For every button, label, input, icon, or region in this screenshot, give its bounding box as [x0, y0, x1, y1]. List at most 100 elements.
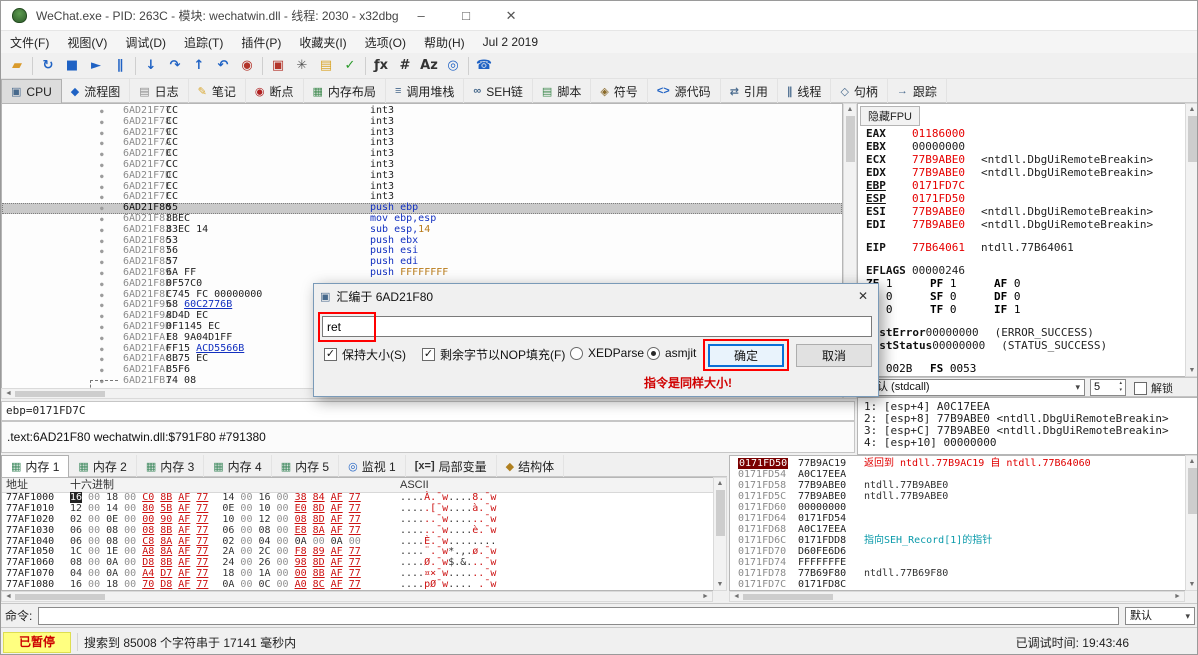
registers-pane[interactable]: 隐藏FPU EAX01186000EBX00000000ECX77B9ABE0<… — [857, 103, 1198, 377]
register-row[interactable]: ESI77B9ABE0<ntdll.DbgUiRemoteBreakin> — [866, 205, 1198, 218]
tab-call-stack[interactable]: ≡调用堆栈 — [386, 79, 464, 103]
step-back-icon[interactable]: ↶ — [211, 55, 235, 77]
fill-nop-checkbox[interactable]: ✓ 剩余字节以NOP填充(F) — [422, 346, 565, 363]
disasm-row[interactable]: ●6AD21F8383EC 14sub esp,14 — [2, 225, 842, 236]
hash-icon[interactable]: # — [393, 55, 417, 77]
restart-icon[interactable]: ↻ — [36, 55, 60, 77]
scrollbar-thumb[interactable] — [15, 594, 105, 600]
dialog-title-bar[interactable]: ▣ 汇编于 6AD21F80 ✕ — [314, 284, 878, 308]
tab-script[interactable]: ▤脚本 — [533, 79, 591, 103]
scrollbar-thumb[interactable] — [743, 594, 833, 600]
register-row[interactable]: ZF 1PF 1AF 0 — [866, 277, 1198, 290]
scroll-left-icon[interactable]: ◄ — [4, 592, 13, 601]
asmjit-radio[interactable]: asmjit — [647, 346, 696, 360]
stack-row[interactable]: 0171FD6C0171FDD8指向SEH_Record[1]的指针 — [730, 535, 1198, 546]
stack-row[interactable]: 0171FD640171FD54 — [730, 513, 1198, 524]
stack-row[interactable]: 0171FD5077B9AC19返回到 ntdll.77B9AC19 自 ntd… — [730, 458, 1198, 469]
register-row[interactable]: EAX01186000 — [866, 127, 1198, 140]
scrollbar-thumb[interactable] — [1188, 116, 1197, 162]
disasm-row[interactable]: ●6AD21F78CCint3 — [2, 117, 842, 128]
register-row[interactable]: LastStatus00000000(STATUS_SUCCESS) — [866, 339, 1198, 352]
bottom-tab-memory4[interactable]: ▦内存 4 — [204, 455, 271, 477]
scrollbar-thumb[interactable] — [716, 490, 725, 536]
stack-row[interactable]: 0171FD6000000000 — [730, 502, 1198, 513]
stack-row[interactable]: 0171FD7877B69F80ntdll.77B69F80 — [730, 568, 1198, 579]
stack-row[interactable]: 0171FD70D60FE6D6 — [730, 546, 1198, 557]
register-row[interactable]: EIP77B64061ntdll.77B64061 — [866, 241, 1198, 254]
xedparse-radio[interactable]: XEDParse — [570, 346, 644, 360]
scroll-down-icon[interactable]: ▼ — [1186, 580, 1198, 589]
tab-cpu[interactable]: ▣CPU — [1, 79, 62, 103]
scroll-left-icon[interactable]: ◄ — [4, 389, 13, 398]
register-row[interactable]: EBX00000000 — [866, 140, 1198, 153]
minimize-button[interactable]: – — [399, 1, 444, 31]
tab-graph[interactable]: ◆流程图 — [62, 79, 130, 103]
step-over-icon[interactable]: ↷ — [163, 55, 187, 77]
hide-fpu-button[interactable]: 隐藏FPU — [860, 106, 920, 126]
scroll-right-icon[interactable]: ► — [701, 592, 710, 601]
bottom-tab-watch[interactable]: ◎监视 1 — [339, 455, 406, 477]
bottom-tab-struct[interactable]: ◆结构体 — [497, 455, 564, 477]
tab-breakpoints[interactable]: ◉断点 — [246, 79, 304, 103]
open-file-icon[interactable]: ▰ — [5, 55, 29, 77]
settings-icon[interactable]: ✳ — [290, 55, 314, 77]
stack-row[interactable]: 0171FD7C0171FD8C — [730, 579, 1198, 590]
bottom-tab-memory5[interactable]: ▦内存 5 — [272, 455, 339, 477]
scrollbar-thumb[interactable] — [15, 391, 105, 397]
menu-item[interactable]: 收藏夹(I) — [290, 32, 355, 53]
assemble-instruction-input[interactable] — [322, 316, 872, 337]
stop-icon[interactable]: ■ — [60, 55, 84, 77]
register-row[interactable]: OF 0SF 0DF 0 — [866, 290, 1198, 303]
command-profile-dropdown[interactable]: 默认 ▾ — [1125, 607, 1195, 625]
phone-icon[interactable]: ☎ — [472, 55, 496, 77]
bottom-tab-memory1[interactable]: ▦内存 1 — [1, 455, 69, 477]
bottom-tab-memory3[interactable]: ▦内存 3 — [137, 455, 204, 477]
register-row[interactable]: EBP0171FD7C — [866, 179, 1198, 192]
argument-row[interactable]: 4: [esp+10] 00000000 — [864, 437, 1198, 449]
run-to-return-icon[interactable]: ↑ — [187, 55, 211, 77]
close-button[interactable]: ✕ — [489, 1, 534, 31]
maximize-button[interactable]: □ — [444, 1, 489, 31]
menu-item[interactable]: 插件(P) — [232, 32, 290, 53]
vertical-scrollbar[interactable]: ▲▼ — [713, 477, 727, 591]
tab-threads[interactable]: ∥线程 — [778, 79, 832, 103]
vertical-scrollbar[interactable]: ▲▼ — [1185, 455, 1198, 591]
keep-size-checkbox[interactable]: ✓ 保持大小(S) — [324, 346, 406, 363]
stack-row[interactable]: 0171FD54A0C17EEA — [730, 469, 1198, 480]
register-row[interactable]: EDX77B9ABE0<ntdll.DbgUiRemoteBreakin> — [866, 166, 1198, 179]
menu-item[interactable]: 追踪(T) — [175, 32, 232, 53]
scroll-right-icon[interactable]: ► — [1173, 592, 1182, 601]
tab-references[interactable]: ⇄引用 — [721, 79, 778, 103]
register-row[interactable]: EDI77B9ABE0<ntdll.DbgUiRemoteBreakin> — [866, 218, 1198, 231]
cancel-button[interactable]: 取消 — [796, 344, 872, 367]
tab-memory-map[interactable]: ▦内存布局 — [304, 79, 386, 103]
az-icon[interactable]: Az — [417, 55, 441, 77]
tab-notes-tab[interactable]: ✎笔记 — [189, 79, 246, 103]
fx-icon[interactable]: ƒx — [369, 55, 393, 77]
menu-item[interactable]: 选项(O) — [356, 32, 415, 53]
step-into-icon[interactable]: ↓ — [139, 55, 163, 77]
convention-dropdown[interactable]: 默认 (stdcall) ▾ — [861, 379, 1085, 396]
memory-dump-pane[interactable]: 地址 十六进制 ASCII 77AF100016001800C08BAF7714… — [1, 477, 727, 591]
tab-seh-chain[interactable]: ∞SEH链 — [464, 79, 533, 103]
stack-row[interactable]: 0171FD5C77B9ABE0ntdll.77B9ABE0 — [730, 491, 1198, 502]
scroll-up-icon[interactable]: ▲ — [714, 479, 726, 488]
spinner-arrows-icon[interactable]: ▴▾ — [1119, 380, 1122, 395]
animate-icon[interactable]: ◉ — [235, 55, 259, 77]
check-icon[interactable]: ✓ — [338, 55, 362, 77]
horizontal-scrollbar[interactable]: ◄► — [729, 591, 1185, 602]
argument-count-spinner[interactable]: 5 ▴▾ — [1090, 379, 1126, 396]
stack-row[interactable]: 0171FD74FFFFFFFE — [730, 557, 1198, 568]
register-row[interactable]: GS 002BFS 0053 — [866, 362, 1198, 375]
register-row[interactable]: EFLAGS00000246 — [866, 264, 1198, 277]
register-row[interactable]: ECX77B9ABE0<ntdll.DbgUiRemoteBreakin> — [866, 153, 1198, 166]
command-input[interactable] — [38, 607, 1119, 625]
menu-item[interactable]: 调试(D) — [116, 32, 175, 53]
run-icon[interactable]: ► — [84, 55, 108, 77]
tab-log[interactable]: ▤日志 — [130, 79, 188, 103]
stack-row[interactable]: 0171FD68A0C17EEA — [730, 524, 1198, 535]
disasm-row[interactable]: ●6AD21F7DCCint3 — [2, 171, 842, 182]
register-row[interactable]: CF 0TF 0IF 1 — [866, 303, 1198, 316]
scroll-up-icon[interactable]: ▲ — [1186, 105, 1198, 114]
tab-handles[interactable]: ◇句柄 — [831, 79, 887, 103]
